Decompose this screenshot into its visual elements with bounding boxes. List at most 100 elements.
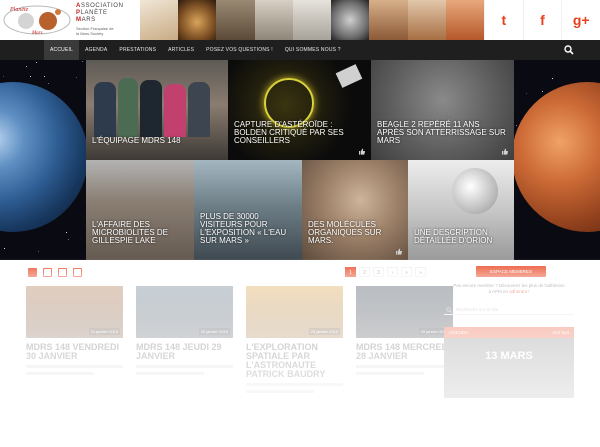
star [35, 61, 37, 63]
org-line: ASSOCIATION [76, 3, 124, 9]
twitter-icon[interactable]: t [484, 0, 523, 40]
star [68, 239, 70, 241]
article-card[interactable]: 30 janvier 2015 MDRS 148 JEUDI 29 JANVIE… [136, 286, 233, 436]
thumbs-up-icon[interactable] [501, 148, 508, 155]
logo-word-1: Planète [9, 7, 29, 13]
article-date: 31 janvier 2015 [88, 328, 120, 335]
hero-tile-title: L'AFFAIRE DES MICROBIOLITES DE GILLESPIE… [92, 220, 169, 245]
hero-tile[interactable]: PLUS DE 30000 VISITEURS POUR L'EXPOSITIO… [194, 160, 302, 260]
nav-item-questions[interactable]: POSEZ VOS QUESTIONS ! [200, 40, 279, 60]
star [38, 251, 40, 253]
article-title[interactable]: MDRS 148 MERCREDI 28 JANVIER [356, 343, 453, 361]
nav-item-about[interactable]: QUI SOMMES NOUS ? [279, 40, 347, 60]
site-logo[interactable]: Planète Mars [2, 2, 72, 36]
grid-view-icon[interactable] [28, 268, 37, 277]
page: Planète Mars ASSOCIATION PLANÈTE MARS Se… [0, 0, 600, 447]
star [551, 77, 553, 79]
logo-graphic: Planète Mars [3, 5, 71, 36]
star [4, 247, 6, 249]
main-nav: ACCUEIL AGENDA PRESTATIONS ARTICLES POSE… [0, 40, 600, 60]
article-card[interactable]: 29 janvier 2015 L'EXPLORATION SPATIALE P… [246, 286, 343, 436]
hero-tile-title: BEAGLE 2 REPÉRÉ 11 ANS APRÈS SON ATTERRI… [377, 120, 506, 145]
thumbs-up-icon[interactable] [395, 248, 402, 255]
agenda-date: 13 MARS [485, 350, 533, 362]
article-image[interactable]: 29 janvier 2015 [356, 286, 453, 338]
article-card[interactable]: 29 janvier 2015 MDRS 148 MERCREDI 28 JAN… [356, 286, 453, 436]
search-icon[interactable] [564, 45, 574, 55]
mars-image [512, 82, 600, 232]
google-plus-icon[interactable]: g+ [561, 0, 600, 40]
join-link[interactable]: adhérant ! [509, 289, 529, 294]
article-image[interactable]: 30 janvier 2015 [136, 286, 233, 338]
nav-item-prestations[interactable]: PRESTATIONS [113, 40, 162, 60]
article-excerpt-line [246, 390, 314, 393]
nav-items: ACCUEIL AGENDA PRESTATIONS ARTICLES POSE… [44, 40, 347, 60]
page-3-button[interactable]: 3 [373, 267, 384, 277]
article-date: 30 janvier 2015 [198, 328, 230, 335]
hero-tile[interactable]: UNE DESCRIPTION DÉTAILLÉE D'ORION [408, 160, 514, 260]
hero-tile[interactable]: BEAGLE 2 REPÉRÉ 11 ANS APRÈS SON ATTERRI… [371, 60, 514, 160]
hero-tile[interactable]: DES MOLÉCULES ORGANIQUES SUR MARS. [302, 160, 408, 260]
article-list: 31 janvier 2015 MDRS 148 VENDREDI 30 JAN… [26, 286, 453, 436]
org-subtitle: Section Française de la Mars Society [76, 26, 114, 36]
strip-photo [254, 0, 293, 40]
strip-photo [331, 0, 370, 40]
star [525, 92, 527, 94]
last-page-button[interactable]: » [401, 267, 412, 277]
article-excerpt-line [26, 365, 123, 368]
sidebar-search-input[interactable]: Recherche sur le site [444, 305, 574, 315]
article-excerpt-line [356, 372, 424, 375]
nav-item-accueil[interactable]: ACCUEIL [44, 40, 80, 60]
star [65, 231, 67, 233]
article-excerpt-line [136, 365, 233, 368]
article-excerpt-line [26, 372, 94, 375]
star [75, 76, 77, 78]
star [48, 83, 50, 85]
pagination: 1 2 3 › » » [345, 267, 426, 277]
hero-tile[interactable]: CAPTURE D'ASTÉROÏDE : BOLDEN CRITIQUÉ PA… [228, 60, 371, 160]
strip-photo [178, 0, 217, 40]
site-header: Planète Mars ASSOCIATION PLANÈTE MARS Se… [0, 0, 600, 40]
hero-tile-title: PLUS DE 30000 VISITEURS POUR L'EXPOSITIO… [200, 212, 287, 245]
hero-tile-title: UNE DESCRIPTION DÉTAILLÉE D'ORION [414, 228, 493, 245]
logo-word-2: Mars [31, 31, 43, 36]
nav-item-articles[interactable]: ARTICLES [162, 40, 200, 60]
org-name: ASSOCIATION PLANÈTE MARS [76, 3, 124, 24]
article-image[interactable]: 29 janvier 2015 [246, 286, 343, 338]
page-2-button[interactable]: 2 [359, 267, 370, 277]
facebook-icon[interactable]: f [522, 0, 562, 40]
star [3, 76, 5, 78]
hero-tile[interactable]: L'ÉQUIPAGE MDRS 148 [86, 60, 228, 160]
thumbs-up-icon[interactable] [358, 148, 365, 155]
page-1-button[interactable]: 1 [345, 267, 356, 277]
article-title[interactable]: MDRS 148 JEUDI 29 JANVIER [136, 343, 233, 361]
org-line: PLANÈTE [76, 10, 108, 16]
thumbs-up-icon[interactable] [43, 268, 52, 277]
star [26, 65, 28, 67]
strip-photo [216, 0, 255, 40]
social-links: t f g+ [484, 0, 600, 40]
hero-mosaic: L'ÉQUIPAGE MDRS 148 CAPTURE D'ASTÉROÏDE … [0, 60, 600, 260]
agenda-event[interactable]: 13 MARS [444, 338, 574, 398]
main-content: 1 2 3 › » » 31 janvier 2015 MDRS 148 VEN… [0, 260, 600, 447]
agenda-see-all-link[interactable]: Voir tout [552, 327, 569, 338]
article-image[interactable]: 31 janvier 2015 [26, 286, 123, 338]
nav-item-agenda[interactable]: AGENDA [79, 40, 113, 60]
agenda-header: AGENDA Voir tout [444, 327, 574, 338]
article-title[interactable]: L'EXPLORATION SPATIALE PAR L'ASTRONAUTE … [246, 343, 343, 379]
list-view-icon[interactable] [73, 268, 82, 277]
header-photo-strip [140, 0, 484, 40]
strip-photo [407, 0, 446, 40]
hero-tile-title: CAPTURE D'ASTÉROÏDE : BOLDEN CRITIQUÉ PA… [234, 120, 344, 145]
earth-image [0, 82, 88, 232]
article-card[interactable]: 31 janvier 2015 MDRS 148 VENDREDI 30 JAN… [26, 286, 123, 436]
article-title[interactable]: MDRS 148 VENDREDI 30 JANVIER [26, 343, 123, 361]
members-promo-text: Pas encore membre ? Découvrez les plus d… [453, 283, 565, 294]
members-area-button[interactable]: ESPACE MEMBRES [476, 266, 546, 277]
comment-icon[interactable] [58, 268, 67, 277]
strip-photo [369, 0, 408, 40]
next-page-button[interactable]: › [387, 267, 398, 277]
strip-photo [140, 0, 179, 40]
hero-tile[interactable]: L'AFFAIRE DES MICROBIOLITES DE GILLESPIE… [86, 160, 194, 260]
end-page-button[interactable]: » [415, 267, 426, 277]
